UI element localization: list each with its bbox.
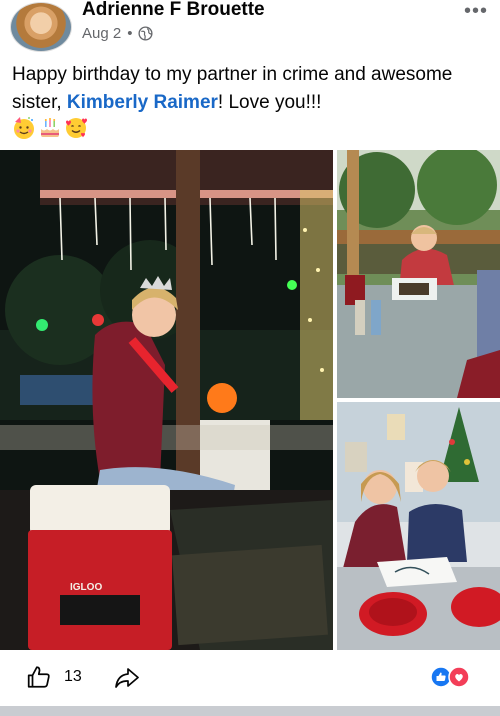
thumbs-up-icon bbox=[27, 666, 50, 688]
more-icon[interactable]: ••• bbox=[464, 0, 488, 23]
photo-party-pole[interactable]: IGLOO bbox=[0, 150, 333, 650]
share-arrow-icon[interactable] bbox=[114, 666, 140, 690]
post-meta: Aug 2 • bbox=[82, 25, 154, 42]
post-divider bbox=[0, 706, 500, 716]
photo-sisters-crafting[interactable] bbox=[337, 402, 500, 650]
meta-separator: • bbox=[127, 25, 133, 42]
post-text: Happy birthday to my partner in crime an… bbox=[12, 61, 490, 117]
post-text-after: ! Love you!!! bbox=[217, 92, 322, 113]
post-date[interactable]: Aug 2 bbox=[82, 25, 121, 42]
action-bar: 13 bbox=[0, 658, 500, 698]
photo-grid: IGLOO bbox=[0, 150, 500, 650]
birthday-cake-icon bbox=[41, 118, 59, 137]
smiling-face-with-hearts-icon bbox=[66, 118, 87, 138]
cooler-brand-label: IGLOO bbox=[70, 582, 102, 593]
like-count: 13 bbox=[64, 668, 82, 685]
like-button[interactable]: 13 bbox=[26, 664, 82, 690]
author-name[interactable]: Adrienne F Brouette bbox=[82, 0, 265, 21]
avatar[interactable] bbox=[10, 2, 72, 52]
reaction-summary[interactable] bbox=[430, 666, 472, 688]
emoji-row bbox=[12, 116, 88, 140]
mention-link[interactable]: Kimberly Raimer bbox=[67, 92, 218, 113]
globe-icon bbox=[138, 26, 154, 41]
post-header: Adrienne F Brouette Aug 2 • ••• bbox=[0, 0, 500, 56]
photo-table-crafts[interactable] bbox=[337, 150, 500, 398]
partying-face-icon bbox=[14, 117, 34, 139]
